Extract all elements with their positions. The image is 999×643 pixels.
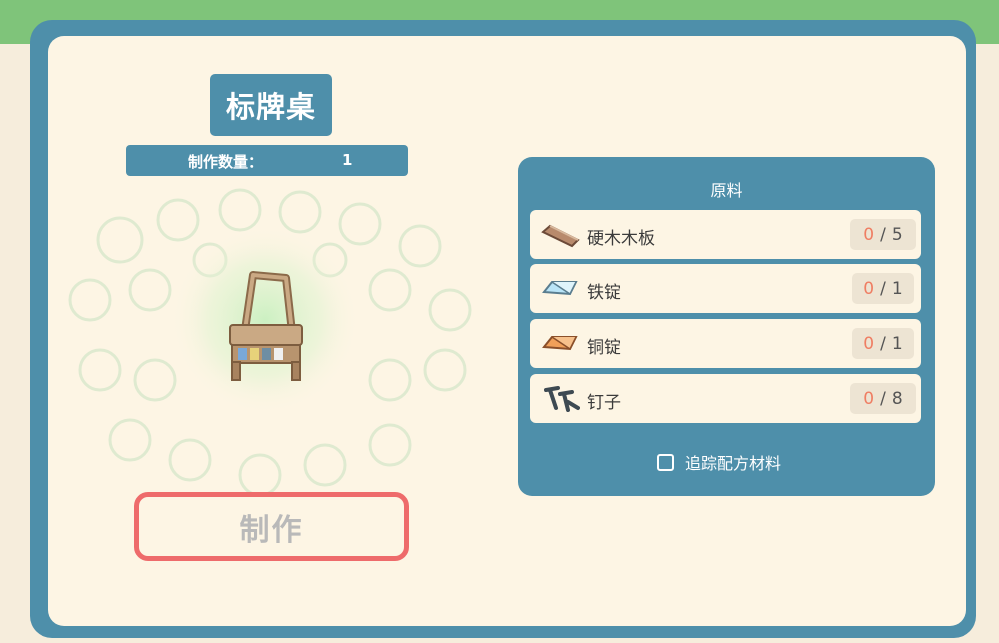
materials-panel-title: 原料 [710, 181, 743, 200]
material-name: 铁锭 [587, 283, 621, 303]
material-need: 8 [891, 388, 903, 409]
track-materials-toggle[interactable]: 追踪配方材料 [657, 450, 781, 474]
material-count-separator: / [880, 388, 886, 409]
material-have: 0 [863, 224, 875, 245]
material-have: 0 [863, 388, 875, 409]
item-preview [68, 188, 472, 497]
material-row-iron-ingot[interactable]: 铁锭 0 / 1 [530, 264, 921, 313]
material-have: 0 [863, 278, 875, 299]
material-count: 0 / 1 [852, 273, 914, 304]
item-title: 标牌桌 [210, 74, 332, 136]
material-count: 0 / 5 [850, 219, 916, 250]
material-have: 0 [863, 333, 875, 354]
material-need: 5 [891, 224, 903, 245]
quantity-label: 制作数量： [188, 153, 264, 171]
material-need: 1 [891, 333, 903, 354]
nails-icon [544, 386, 580, 412]
materials-panel: 原料 硬木木板 0 / 5 铁锭 0 / 1 铜锭 0 / 1 钉子 0 / 8… [518, 157, 935, 496]
copper-ingot-icon [542, 336, 578, 351]
material-name: 硬木木板 [587, 229, 655, 249]
material-row-hardwood-plank[interactable]: 硬木木板 0 / 5 [530, 210, 921, 259]
hardwood-plank-icon [541, 224, 580, 248]
quantity-value: 1 [342, 151, 353, 169]
material-name: 钉子 [587, 393, 621, 413]
material-name: 铜锭 [587, 338, 621, 358]
material-count-separator: / [880, 224, 886, 245]
glow-effect [170, 225, 360, 415]
quantity-bar: 制作数量： 1 [126, 145, 408, 176]
material-count: 0 / 8 [850, 383, 916, 414]
material-row-nails[interactable]: 钉子 0 / 8 [530, 374, 921, 423]
material-count-separator: / [880, 278, 886, 299]
material-count-separator: / [880, 333, 886, 354]
material-count: 0 / 1 [852, 328, 914, 359]
track-materials-checkbox[interactable] [657, 453, 674, 471]
craft-button[interactable]: 制作 [134, 492, 409, 561]
track-materials-label: 追踪配方材料 [685, 454, 782, 473]
material-row-copper-ingot[interactable]: 铜锭 0 / 1 [530, 319, 921, 368]
material-need: 1 [891, 278, 903, 299]
iron-ingot-icon [542, 281, 578, 296]
